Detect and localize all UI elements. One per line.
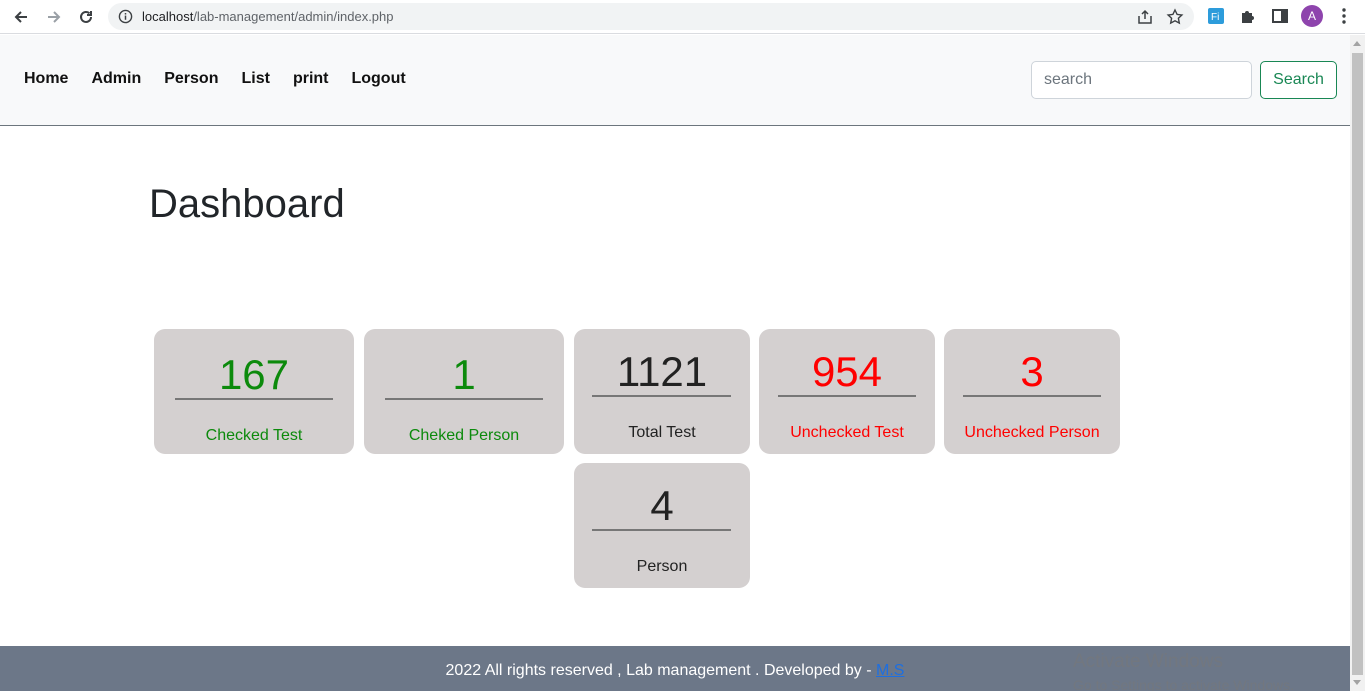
search-input[interactable]: [1031, 61, 1252, 99]
nav-person[interactable]: Person: [164, 70, 218, 88]
card-divider: [385, 398, 543, 400]
card-divider: [175, 398, 333, 400]
stat-label: Unchecked Test: [790, 424, 904, 441]
nav-list[interactable]: List: [241, 70, 269, 88]
footer-copyright: 2022 All rights reserved , Lab managemen…: [445, 662, 876, 679]
puzzle-icon[interactable]: [1238, 6, 1258, 26]
site-info-icon[interactable]: [118, 9, 133, 24]
card-divider: [592, 395, 731, 397]
stat-card-unchecked-test: 954 Unchecked Test: [759, 329, 935, 454]
stat-label: Unchecked Person: [964, 424, 1100, 441]
card-divider: [778, 395, 916, 397]
stat-value: 1: [452, 351, 476, 398]
forward-icon[interactable]: [42, 5, 66, 29]
stat-value: 1121: [616, 348, 708, 395]
scrollbar-thumb[interactable]: [1352, 53, 1363, 675]
stat-label: Cheked Person: [408, 427, 520, 444]
url-text: localhost/lab-management/admin/index.php: [142, 9, 394, 24]
bookmark-star-icon[interactable]: [1166, 8, 1184, 26]
card-divider: [963, 395, 1101, 397]
stat-card-unchecked-person: 3 Unchecked Person: [944, 329, 1120, 454]
reload-icon[interactable]: [74, 5, 98, 29]
nav-links: Home Admin Person List print Logout: [24, 70, 429, 88]
stat-card-person: 4 Person: [574, 463, 750, 588]
nav-print[interactable]: print: [293, 70, 329, 88]
stat-card-checked-test: 167 Checked Test: [154, 329, 354, 454]
stat-value: 4: [650, 482, 674, 529]
watermark-title: Activate Windows: [1073, 651, 1223, 672]
stat-label: Checked Test: [205, 427, 303, 444]
scroll-up-arrow-icon[interactable]: [1353, 41, 1361, 46]
stat-card-checked-person: 1 Cheked Person: [364, 329, 564, 454]
stat-label: Person: [636, 558, 688, 575]
nav-admin[interactable]: Admin: [91, 70, 141, 88]
page-content: Home Admin Person List print Logout Sear…: [0, 35, 1350, 691]
nav-home[interactable]: Home: [24, 70, 68, 88]
stat-value: 3: [1020, 348, 1044, 395]
watermark-subtitle: Go to Settings to activate Windows.: [1073, 677, 1294, 691]
stat-value: 954: [811, 348, 883, 395]
extension-icon[interactable]: Fi: [1206, 6, 1226, 26]
vertical-scrollbar[interactable]: [1350, 35, 1365, 691]
kebab-menu-icon[interactable]: [1334, 6, 1354, 26]
page-title: Dashboard: [149, 182, 345, 226]
card-divider: [592, 529, 731, 531]
stat-value: 167: [218, 351, 290, 398]
scroll-down-arrow-icon[interactable]: [1353, 680, 1361, 685]
back-icon[interactable]: [9, 5, 33, 29]
svg-text:Fi: Fi: [1211, 12, 1219, 23]
address-bar[interactable]: localhost/lab-management/admin/index.php: [108, 3, 1194, 30]
search-button[interactable]: Search: [1260, 61, 1337, 99]
footer-author-link[interactable]: M.S: [876, 662, 904, 679]
stat-label: Total Test: [628, 424, 696, 441]
windows-activation-watermark: Activate Windows Go to Settings to activ…: [1073, 651, 1294, 691]
side-panel-icon[interactable]: [1270, 6, 1290, 26]
stat-card-total-test: 1121 Total Test: [574, 329, 750, 454]
share-icon[interactable]: [1136, 8, 1154, 26]
browser-toolbar: localhost/lab-management/admin/index.php…: [0, 0, 1365, 34]
top-navbar: Home Admin Person List print Logout Sear…: [0, 35, 1350, 126]
profile-avatar[interactable]: A: [1301, 5, 1323, 27]
nav-logout[interactable]: Logout: [351, 70, 405, 88]
